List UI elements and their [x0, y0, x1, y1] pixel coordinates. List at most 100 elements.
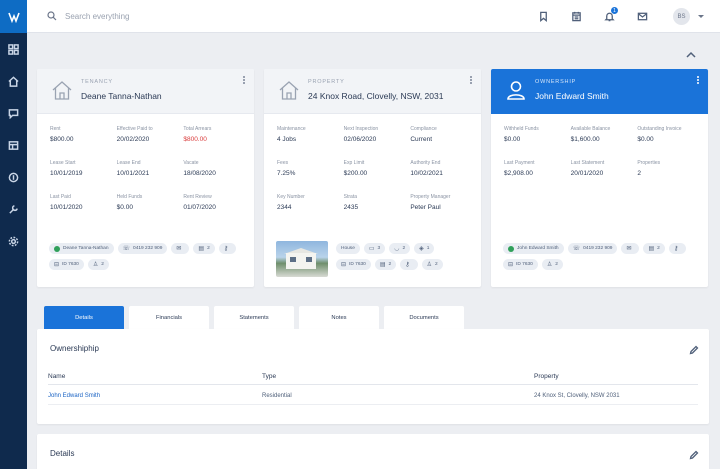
table-header: Name Type Property: [48, 369, 698, 385]
bills-icon: ▤: [379, 262, 386, 268]
contact-chip[interactable]: John Edward Smith: [503, 243, 564, 254]
property-photo[interactable]: [276, 241, 328, 277]
field-value: 2435: [343, 204, 359, 211]
mail-icon: [637, 12, 648, 21]
field-label: Withheld Funds: [504, 126, 539, 132]
tab-financials[interactable]: Financials: [129, 306, 209, 329]
cars-chip[interactable]: ◈ 1: [414, 243, 435, 254]
app-logo[interactable]: [0, 0, 27, 33]
column-header-name[interactable]: Name: [48, 373, 262, 380]
phone-chip[interactable]: ☏ 0419 232 909: [567, 243, 618, 254]
avatar[interactable]: BS: [673, 8, 690, 25]
id-chip[interactable]: ⊟ ID 7630: [49, 259, 84, 270]
field-value: 4 Jobs: [277, 136, 297, 143]
search-icon: [47, 11, 57, 21]
sidebar-item-settings[interactable]: [0, 225, 27, 257]
field-label: Strata: [343, 194, 358, 200]
more-menu-icon[interactable]: [470, 76, 473, 86]
id-chip[interactable]: ⊟ ID 7630: [336, 259, 371, 270]
sidebar-item-properties[interactable]: [0, 65, 27, 97]
chip-label: 2: [207, 246, 210, 251]
field-label: Rent Review: [183, 194, 212, 200]
chip-label: 2: [657, 246, 660, 251]
keys-chip[interactable]: ⚷: [668, 243, 687, 254]
field-label: Property Manager: [410, 194, 451, 200]
baths-chip[interactable]: ◡ 2: [389, 243, 411, 254]
mail-button[interactable]: [626, 0, 659, 33]
bath-icon: ◡: [394, 246, 400, 252]
search-input[interactable]: [65, 11, 265, 21]
keys-chip[interactable]: ⚷: [400, 259, 418, 270]
house-icon: [51, 79, 73, 101]
people-chip[interactable]: ♙ 2: [541, 259, 563, 270]
chevron-down-icon[interactable]: [698, 15, 704, 18]
grid-icon: [8, 43, 19, 55]
card-title[interactable]: John Edward Smith: [535, 91, 609, 101]
tenancy-chips: Deane Tanna-Nathan ☏ 0419 232 909 ✉ ▤ 2 ⚷ …: [49, 243, 249, 270]
owner-name-link[interactable]: John Edward Smith: [48, 393, 262, 399]
tab-statements[interactable]: Statements: [214, 306, 294, 329]
tab-notes[interactable]: Notes: [299, 306, 379, 329]
field-label: Next Inspection: [343, 126, 379, 132]
notification-badge: 1: [611, 7, 618, 14]
sidebar-item-dashboard[interactable]: [0, 33, 27, 65]
phone-chip[interactable]: ☏ 0419 232 909: [117, 243, 168, 254]
people-chip[interactable]: ♙ 2: [421, 259, 443, 270]
tab-details[interactable]: Details: [44, 306, 124, 329]
chip-label: 0419 232 909: [583, 246, 613, 251]
chevron-up-icon[interactable]: [685, 50, 697, 60]
chip-label: John Edward Smith: [517, 246, 559, 251]
sidebar-item-accounts[interactable]: [0, 129, 27, 161]
ownership-fields: Withheld Funds $0.00 Available Balance $1,…: [504, 126, 704, 194]
mail-chip[interactable]: ✉: [171, 243, 190, 254]
user-icon: [505, 79, 527, 101]
keys-chip[interactable]: ⚷: [218, 243, 237, 254]
card-title[interactable]: Deane Tanna-Nathan: [81, 91, 162, 101]
edit-button[interactable]: [689, 447, 699, 460]
bills-chip[interactable]: ▤ 2: [643, 243, 665, 254]
notifications-button[interactable]: 1: [593, 0, 626, 33]
field-label: Lease Start: [50, 160, 76, 166]
sidebar-item-maintenance[interactable]: [0, 193, 27, 225]
mail-chip[interactable]: ✉: [621, 243, 640, 254]
contact-status-icon: [54, 245, 60, 252]
bills-chip[interactable]: ▤ 2: [193, 243, 215, 254]
more-menu-icon[interactable]: [697, 76, 700, 86]
card-title[interactable]: 24 Knox Road, Clovelly, NSW, 2031: [308, 91, 443, 101]
chip-label: 2: [555, 262, 558, 267]
calendar-button[interactable]: [560, 0, 593, 33]
people-chip[interactable]: ♙ 2: [87, 259, 109, 270]
chip-label: 2: [388, 262, 392, 267]
column-header-property[interactable]: Property: [534, 373, 698, 380]
bills-chip[interactable]: ▤ 2: [374, 259, 397, 270]
bed-icon: ▭: [368, 246, 375, 252]
beds-chip[interactable]: ▭ 3: [363, 243, 386, 254]
field-value: 10/01/2020: [50, 204, 83, 211]
chip-label: House: [341, 246, 355, 251]
chip-label: 1: [426, 246, 430, 251]
field-label: Compliance: [410, 126, 437, 132]
ownership-chips: John Edward Smith ☏ 0419 232 909 ✉ ▤ 2 ⚷ ⊟…: [503, 243, 703, 270]
contact-chip[interactable]: Deane Tanna-Nathan: [49, 243, 114, 254]
top-actions: 1 BS: [527, 0, 720, 33]
photo-window: [290, 257, 296, 262]
ledger-icon: [8, 140, 19, 150]
table-row[interactable]: John Edward Smith Residential 24 Knox St…: [48, 387, 698, 405]
pencil-icon: [689, 345, 699, 355]
bookmark-button[interactable]: [527, 0, 560, 33]
type-chip[interactable]: House: [336, 243, 360, 254]
mail-icon: ✉: [626, 246, 632, 252]
sidebar-item-messages[interactable]: [0, 97, 27, 129]
edit-button[interactable]: [689, 342, 699, 355]
tenancy-card: Tenancy Deane Tanna-Nathan Rent $800.00 E…: [37, 69, 254, 287]
tag-icon: ⊟: [341, 262, 347, 268]
more-menu-icon[interactable]: [243, 76, 246, 86]
column-header-type[interactable]: Type: [262, 373, 534, 380]
chip-label: 2: [434, 262, 438, 267]
calendar-icon: [572, 11, 581, 22]
tag-icon: ⊟: [508, 262, 514, 268]
home-icon: [8, 75, 19, 87]
sidebar-item-finance[interactable]: [0, 161, 27, 193]
id-chip[interactable]: ⊟ ID 7630: [503, 259, 538, 270]
tab-documents[interactable]: Documents: [384, 306, 464, 329]
